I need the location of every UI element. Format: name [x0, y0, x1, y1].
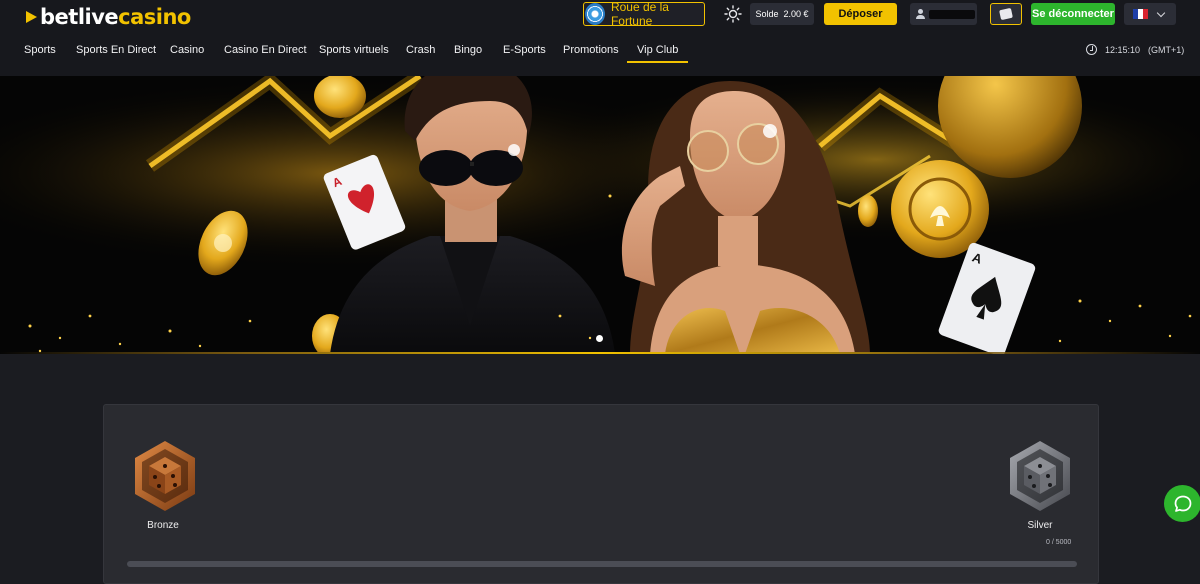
nav-item-crash[interactable]: Crash — [406, 44, 435, 56]
live-chat-button[interactable] — [1164, 485, 1200, 522]
balance-display[interactable]: Solde 2.00 € — [750, 3, 814, 25]
banner-bottom-glow — [0, 352, 1200, 354]
clock: 12:15:10 (GMT+1) — [1086, 44, 1184, 55]
french-flag-icon — [1133, 9, 1148, 19]
nav-item-sports[interactable]: Sports — [24, 44, 56, 56]
fortune-wheel-icon — [585, 3, 605, 25]
messages-button[interactable] — [990, 3, 1022, 25]
vip-progress-bar — [127, 561, 1077, 567]
logo-text-primary: betlive — [40, 5, 119, 29]
promo-banner[interactable]: A A — [0, 76, 1200, 354]
nav-item-vip-club[interactable]: Vip Club — [626, 44, 689, 63]
user-account-button[interactable] — [910, 3, 977, 25]
balance-value: 2.00 € — [783, 9, 809, 19]
silver-dice-badge-icon — [1010, 441, 1070, 511]
message-card-icon — [999, 7, 1013, 21]
username-redacted — [929, 9, 975, 19]
chat-bubble-icon — [1174, 495, 1191, 512]
top-bar: betlive casino Roue de la Fortune Solde 2… — [0, 0, 1200, 32]
language-selector[interactable] — [1124, 3, 1176, 25]
nav-item-casino[interactable]: Casino — [170, 44, 204, 56]
vip-points-value: 0 / 5000 — [1046, 539, 1072, 546]
deposit-button[interactable]: Déposer — [824, 3, 897, 25]
wheel-of-fortune-button[interactable]: Roue de la Fortune — [583, 0, 705, 28]
logout-button[interactable]: Se déconnecter — [1031, 3, 1115, 25]
theme-toggle-sun-icon[interactable] — [724, 5, 742, 23]
nav-item-promotions[interactable]: Promotions — [563, 44, 619, 56]
nav-item-virtual-sports[interactable]: Sports virtuels — [319, 44, 389, 56]
banner-artwork: A A — [0, 76, 1200, 354]
clock-icon — [1086, 44, 1097, 55]
logo-play-icon — [26, 11, 37, 23]
chevron-down-icon — [1156, 8, 1166, 17]
bronze-dice-badge-icon — [135, 441, 195, 511]
nav-item-live-casino[interactable]: Casino En Direct — [224, 44, 307, 56]
clock-time: 12:15:10 — [1105, 44, 1141, 55]
nav-item-live-sports[interactable]: Sports En Direct — [76, 44, 156, 56]
site-logo[interactable]: betlive casino — [26, 5, 191, 29]
nav-item-esports[interactable]: E-Sports — [503, 44, 546, 56]
user-icon — [916, 9, 925, 19]
vip-progress-card: Bronze Silver 0 / 5000 — [103, 404, 1099, 584]
next-tier-label: Silver — [1027, 520, 1053, 531]
nav-item-bingo[interactable]: Bingo — [454, 44, 482, 56]
wheel-of-fortune-label: Roue de la Fortune — [610, 0, 669, 28]
clock-timezone: (GMT+1) — [1148, 44, 1185, 55]
main-navigation: Sports Sports En Direct Casino Casino En… — [0, 32, 1200, 76]
carousel-dot-active[interactable] — [596, 335, 603, 342]
balance-label: Solde — [755, 9, 779, 19]
logo-text-accent: casino — [118, 5, 191, 29]
current-tier-label: Bronze — [147, 520, 179, 531]
